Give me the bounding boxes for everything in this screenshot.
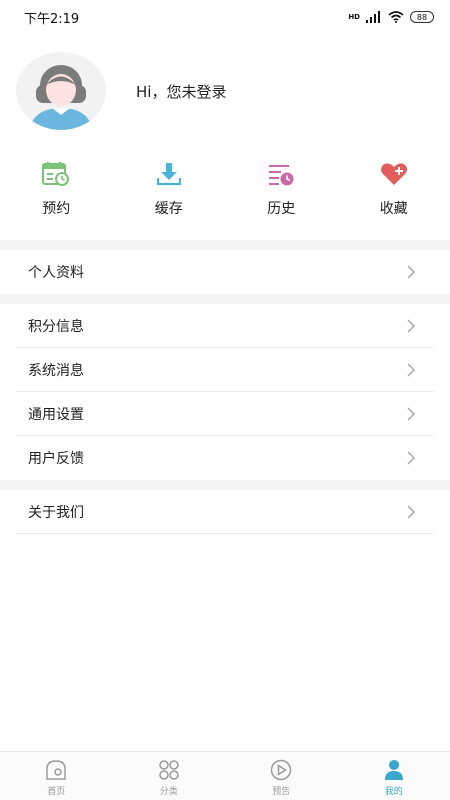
tab-label: 我的: [384, 787, 403, 797]
chevron-right-icon: [402, 503, 420, 521]
history-list-icon: [267, 160, 295, 188]
hd-badge: HD: [348, 12, 360, 21]
menu-row-label: 用户反馈: [28, 451, 84, 467]
chevron-right-icon: [402, 317, 420, 335]
quick-action-history[interactable]: 历史: [225, 160, 338, 230]
quick-action-label: 预约: [42, 201, 71, 217]
menu-row-points[interactable]: 积分信息: [16, 304, 434, 348]
menu-row-about[interactable]: 关于我们: [16, 490, 434, 534]
quick-action-label: 缓存: [154, 201, 183, 217]
home-icon: [43, 758, 69, 782]
menu-row-label: 积分信息: [28, 318, 84, 335]
status-time: 下午2:19: [24, 11, 80, 27]
quick-action-cache[interactable]: 缓存: [113, 160, 226, 230]
avatar[interactable]: [16, 52, 106, 130]
tab-label: 分类: [159, 787, 178, 797]
login-prompt[interactable]: Hi，您未登录: [136, 81, 226, 102]
tab-mine[interactable]: 我的: [338, 752, 450, 800]
menu-row-label: 系统消息: [28, 362, 84, 379]
play-icon: [268, 758, 294, 782]
heart-plus-icon: [380, 160, 408, 188]
quick-action-favorites[interactable]: 收藏: [338, 160, 450, 230]
category-grid-icon: [156, 758, 182, 782]
menu-row-label: 个人资料: [28, 265, 84, 281]
quick-actions: 预约 缓存 历史 收藏: [0, 160, 450, 230]
menu-row-system-messages[interactable]: 系统消息: [16, 348, 434, 392]
status-indicators: HD 88: [348, 8, 434, 27]
menu-row-profile-info[interactable]: 个人资料: [16, 250, 434, 294]
status-bar: 下午2:19 HD 88: [0, 0, 450, 34]
tab-preview[interactable]: 预告: [225, 752, 338, 800]
quick-action-reservation[interactable]: 预约: [0, 160, 113, 230]
menu-row-label: 关于我们: [28, 504, 84, 521]
tab-label: 首页: [47, 787, 66, 797]
wifi-icon: [388, 8, 404, 27]
section-divider: [0, 240, 450, 250]
section-divider: [0, 294, 450, 304]
profile-header[interactable]: Hi，您未登录: [16, 52, 434, 130]
quick-action-label: 历史: [267, 201, 296, 217]
menu-row-feedback[interactable]: 用户反馈: [16, 436, 434, 480]
calendar-clock-icon: [42, 160, 70, 188]
chevron-right-icon: [402, 263, 420, 281]
bottom-tab-bar: 首页 分类 预告 我的: [0, 751, 450, 800]
section-divider: [0, 480, 450, 490]
chevron-right-icon: [402, 405, 420, 423]
chevron-right-icon: [402, 361, 420, 379]
download-icon: [155, 160, 183, 188]
tab-label: 预告: [272, 787, 291, 797]
person-icon: [381, 758, 407, 782]
quick-action-label: 收藏: [379, 201, 408, 217]
battery-icon: 88: [410, 11, 434, 23]
tab-home[interactable]: 首页: [0, 752, 113, 800]
tab-category[interactable]: 分类: [113, 752, 226, 800]
cellular-signal-icon: [366, 8, 382, 27]
chevron-right-icon: [402, 449, 420, 467]
menu-row-label: 通用设置: [28, 406, 84, 423]
menu-row-general-settings[interactable]: 通用设置: [16, 392, 434, 436]
